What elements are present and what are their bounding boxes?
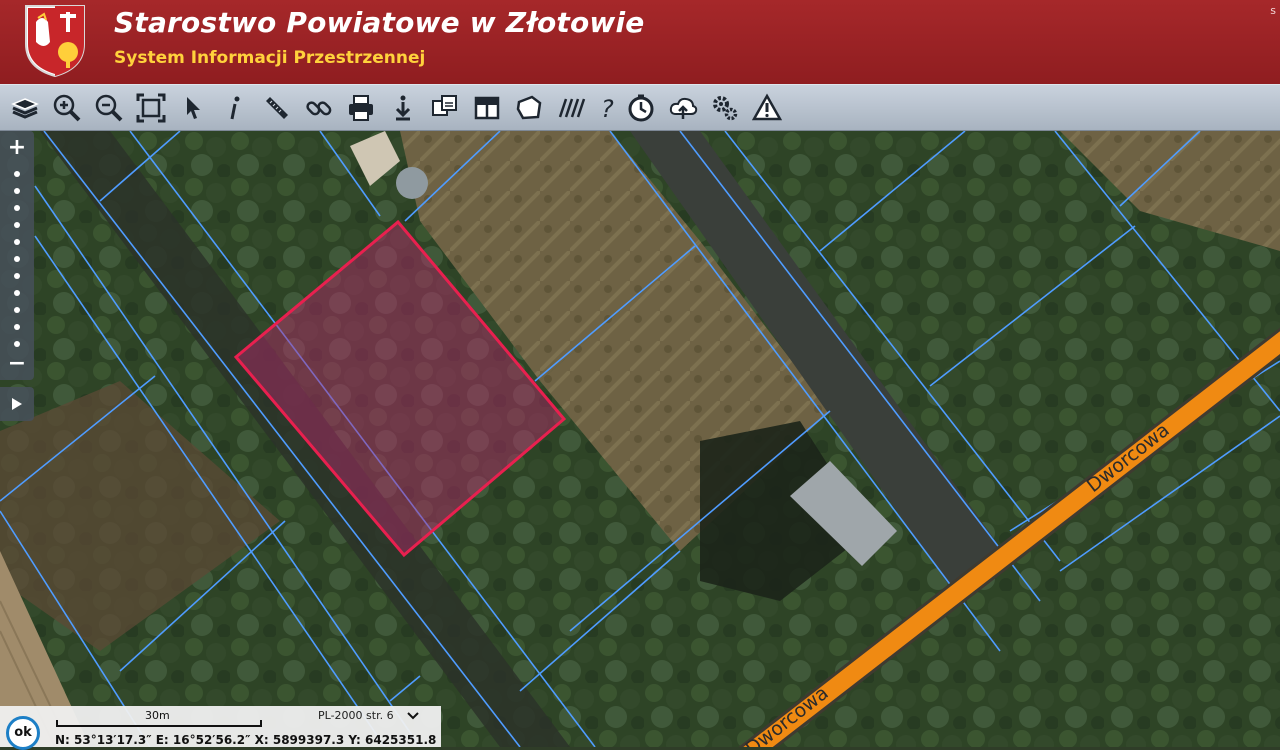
chevron-right-icon xyxy=(12,398,22,410)
zoom-level-dot[interactable] xyxy=(14,222,20,228)
zoom-out-icon xyxy=(95,94,123,122)
info-icon xyxy=(230,96,240,120)
zoom-in-icon xyxy=(53,94,81,122)
select-button[interactable] xyxy=(176,91,210,125)
layers-button[interactable] xyxy=(8,91,42,125)
select-pointer-icon xyxy=(187,97,200,119)
zoom-level-dot[interactable] xyxy=(14,171,20,177)
ok-button[interactable]: ok xyxy=(6,716,40,750)
info-button[interactable] xyxy=(218,91,252,125)
expand-panel-button[interactable] xyxy=(0,387,34,421)
download-icon xyxy=(395,95,411,121)
zoom-extent-button[interactable] xyxy=(134,91,168,125)
zoom-out-button[interactable] xyxy=(92,91,126,125)
history-clock-icon xyxy=(628,94,654,122)
layout-icon xyxy=(474,96,500,120)
scale-bar xyxy=(56,720,262,727)
help-button[interactable]: ? xyxy=(590,91,624,125)
zoom-level-dot[interactable] xyxy=(14,188,20,194)
settings-gears-icon xyxy=(713,96,738,121)
parcel-shape-icon xyxy=(516,95,542,120)
zoom-level-dot[interactable] xyxy=(14,324,20,330)
zoom-minus-button[interactable]: − xyxy=(0,351,34,377)
zoom-level-dot[interactable] xyxy=(14,273,20,279)
measure-ruler-icon xyxy=(266,97,288,119)
zoom-level-dot[interactable] xyxy=(14,341,20,347)
zoom-level-dot[interactable] xyxy=(14,256,20,262)
zoom-extent-icon xyxy=(136,93,166,123)
tank-structure xyxy=(396,167,428,199)
zoom-bar: + − xyxy=(0,131,34,380)
zoom-level-dot[interactable] xyxy=(14,290,20,296)
download-button[interactable] xyxy=(386,91,420,125)
zoom-level-dot[interactable] xyxy=(14,239,20,245)
link-icon xyxy=(306,101,332,116)
map-toolbar: ? xyxy=(0,84,1280,131)
zoom-in-button[interactable] xyxy=(50,91,84,125)
crs-select[interactable]: PL-2000 str. 6 xyxy=(318,709,419,722)
app-title: Starostwo Powiatowe w Złotowie xyxy=(114,6,645,39)
orthophoto-map[interactable]: Dworcowa Dworcowa xyxy=(0,131,1280,747)
crs-value: PL-2000 str. 6 xyxy=(318,709,394,722)
layers-icon xyxy=(11,98,39,119)
upload-button[interactable] xyxy=(666,91,700,125)
measure-button[interactable] xyxy=(260,91,294,125)
app-subtitle: System Informacji Przestrzennej xyxy=(114,48,426,68)
parcel-shape-button[interactable] xyxy=(512,91,546,125)
warning-triangle-icon xyxy=(752,93,782,121)
warning-button[interactable] xyxy=(750,91,784,125)
cloud-upload-icon xyxy=(669,97,698,119)
help-icon: ? xyxy=(601,95,614,123)
layout-button[interactable] xyxy=(470,91,504,125)
hatch-icon xyxy=(558,98,586,118)
settings-button[interactable] xyxy=(708,91,742,125)
compare-maps-button[interactable] xyxy=(428,91,462,125)
print-icon xyxy=(349,95,373,121)
zoom-level-dot[interactable] xyxy=(14,307,20,313)
map-view[interactable]: Dworcowa Dworcowa xyxy=(0,131,1280,747)
header-corner-text: s xyxy=(1270,4,1276,17)
hatch-button[interactable] xyxy=(554,91,588,125)
svg-text:?: ? xyxy=(601,95,614,123)
zoom-plus-button[interactable]: + xyxy=(0,135,34,161)
print-button[interactable] xyxy=(344,91,378,125)
app-header: Starostwo Powiatowe w Złotowie System In… xyxy=(0,0,1280,84)
coordinates-readout: N: 53°13′17.3″ E: 16°52′56.2″ X: 5899397… xyxy=(55,733,437,747)
status-bar: ok 30m PL-2000 str. 6 N: 53°13′17.3″ E: … xyxy=(0,706,441,750)
history-button[interactable] xyxy=(624,91,658,125)
coat-of-arms-logo xyxy=(25,5,85,78)
link-button[interactable] xyxy=(302,91,336,125)
compare-maps-icon xyxy=(432,95,457,116)
chevron-down-icon xyxy=(407,712,419,720)
zoom-level-dot[interactable] xyxy=(14,205,20,211)
